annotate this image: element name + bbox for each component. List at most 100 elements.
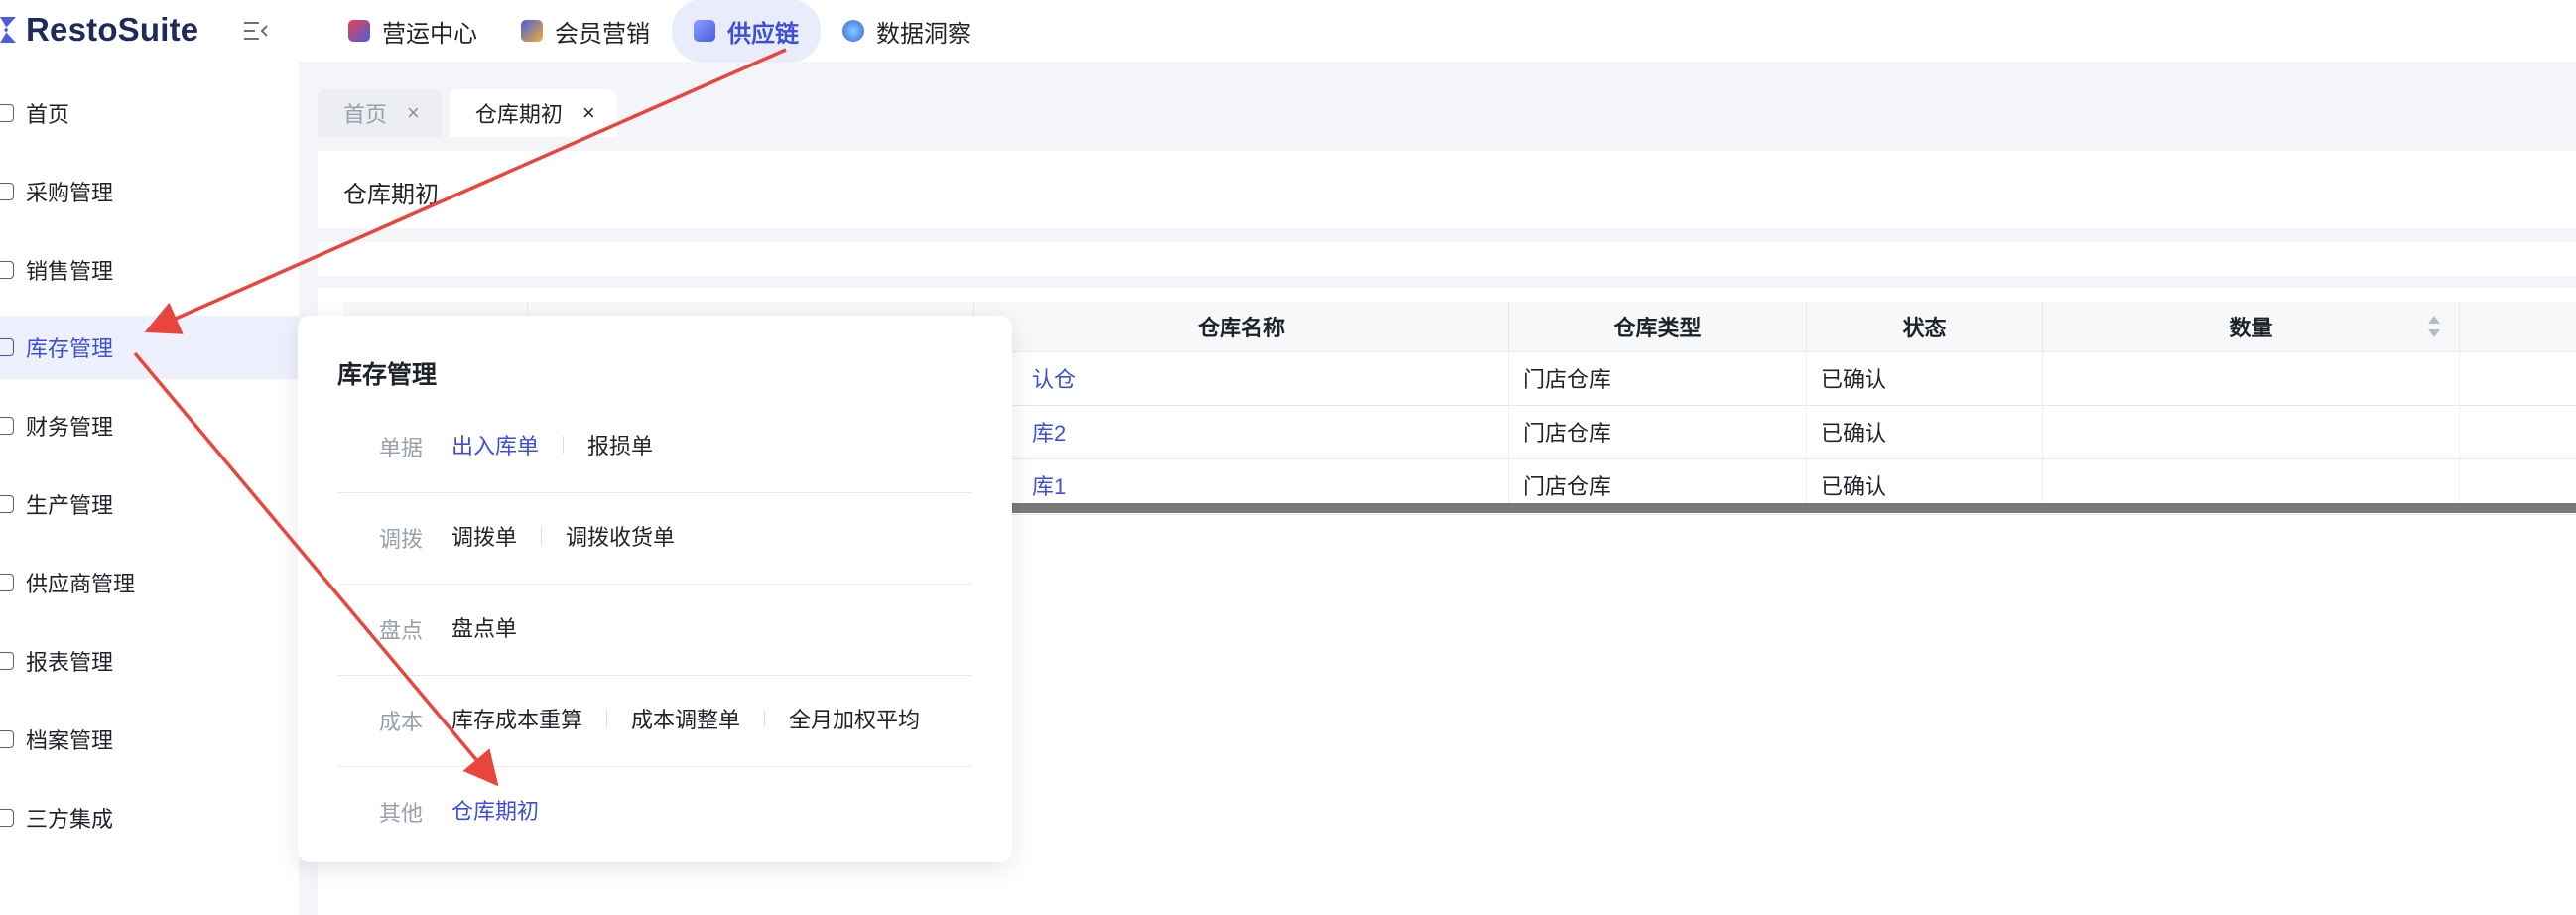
app-logo[interactable]: RestoSuite: [0, 11, 199, 48]
divider: [764, 710, 766, 727]
sidebar-item-archives[interactable]: 档案管理: [0, 708, 299, 771]
sidebar-item-integration[interactable]: 三方集成: [0, 786, 299, 850]
sidebar-item-sales[interactable]: 销售管理: [0, 238, 299, 302]
menu-item-transfer-order[interactable]: 调拨单: [451, 520, 517, 552]
menu-item-cost-recalc[interactable]: 库存成本重算: [451, 703, 582, 734]
supplier-icon: [0, 574, 14, 591]
group-items: 调拨单 调拨收货单: [451, 520, 675, 552]
group-label: 调拨: [379, 527, 424, 552]
sort-icon[interactable]: [2427, 314, 2441, 345]
production-icon: [0, 495, 14, 513]
sidebar-item-home[interactable]: 首页: [0, 81, 299, 145]
inventory-flyout-menu: 库存管理 单据 出入库单 报损单 调拨 调拨单 调拨收货单 盘点 盘点单 成本 …: [298, 316, 1012, 862]
report-icon: [0, 652, 14, 670]
column-header-warehouse-type: 仓库类型: [1509, 302, 1807, 351]
close-icon[interactable]: ×: [407, 100, 420, 126]
warehouse-name-link[interactable]: 认仓: [1032, 351, 1509, 405]
finance-icon: [0, 417, 14, 435]
group-label: 盘点: [379, 618, 424, 643]
sidebar-item-label: 生产管理: [26, 493, 114, 518]
warehouse-type-cell: 门店仓库: [1509, 351, 1807, 405]
collapse-menu-icon[interactable]: [241, 17, 271, 45]
column-header-quantity[interactable]: 数量: [2043, 302, 2460, 351]
page-tabs: 首页 × 仓库期初 ×: [318, 89, 617, 137]
top-nav: 营运中心 会员营销 供应链 数据洞察: [326, 0, 993, 63]
tab-label: 仓库期初: [474, 102, 563, 127]
sidebar-item-inventory[interactable]: 库存管理: [0, 316, 299, 379]
sidebar-item-label: 库存管理: [26, 336, 114, 361]
horizontal-scrollbar[interactable]: [1012, 503, 2576, 513]
supply-chain-icon: [694, 20, 715, 42]
sidebar-item-label: 财务管理: [26, 415, 114, 440]
sidebar-item-label: 供应商管理: [26, 572, 136, 596]
sidebar-item-reports[interactable]: 报表管理: [0, 629, 299, 693]
column-header-status: 状态: [1807, 302, 2043, 351]
group-label: 其他: [379, 801, 424, 826]
sidebar: 首页 采购管理 销售管理 库存管理 财务管理 生产管理 供应商管理 报表管理 档…: [0, 62, 299, 915]
filter-bar: [318, 242, 2576, 276]
sidebar-item-purchase[interactable]: 采购管理: [0, 160, 299, 223]
menu-item-cost-adjustment[interactable]: 成本调整单: [631, 703, 740, 734]
page-header: 仓库期初: [318, 151, 2576, 228]
divider: [541, 527, 543, 545]
top-bar: RestoSuite 营运中心 会员营销 供应链 数据洞察: [0, 0, 2576, 63]
tab-home[interactable]: 首页 ×: [318, 89, 442, 137]
home-icon: [0, 104, 14, 122]
group-items: 库存成本重算 成本调整单 全月加权平均: [451, 703, 920, 734]
cart-icon: [0, 183, 14, 200]
status-cell: 已确认: [1807, 351, 2043, 405]
nav-label: 数据洞察: [876, 20, 971, 48]
flyout-title: 库存管理: [337, 361, 438, 389]
column-header-label: 数量: [2229, 316, 2273, 340]
sidebar-item-label: 首页: [26, 102, 70, 127]
nav-member-marketing[interactable]: 会员营销: [499, 0, 672, 62]
status-cell: 已确认: [1807, 405, 2043, 458]
warehouse-type-cell: 门店仓库: [1509, 405, 1807, 458]
nav-label: 营运中心: [382, 20, 477, 48]
menu-item-transfer-receipt[interactable]: 调拨收货单: [566, 520, 675, 552]
inventory-icon: [0, 338, 14, 356]
data-insight-icon: [842, 20, 864, 42]
menu-item-warehouse-opening[interactable]: 仓库期初: [451, 794, 539, 826]
sidebar-item-label: 采购管理: [26, 181, 114, 205]
logo-icon: [0, 15, 20, 45]
nav-label: 供应链: [727, 20, 799, 48]
tab-label: 首页: [343, 102, 388, 127]
menu-item-stocktake-order[interactable]: 盘点单: [451, 611, 517, 643]
nav-operations[interactable]: 营运中心: [326, 0, 499, 62]
member-marketing-icon: [521, 20, 543, 42]
logo-text: RestoSuite: [26, 11, 199, 48]
sidebar-item-label: 报表管理: [26, 650, 114, 675]
operations-icon: [348, 20, 370, 42]
group-items: 仓库期初: [451, 794, 539, 826]
menu-group-documents: 单据 出入库单 报损单: [337, 401, 972, 493]
quantity-cell: [2043, 351, 2460, 405]
menu-item-loss-report[interactable]: 报损单: [587, 429, 653, 460]
group-items: 盘点单: [451, 611, 517, 643]
nav-data-insight[interactable]: 数据洞察: [821, 0, 993, 62]
group-items: 出入库单 报损单: [451, 429, 653, 460]
close-icon[interactable]: ×: [582, 100, 595, 126]
nav-label: 会员营销: [555, 20, 650, 48]
page-title: 仓库期初: [343, 182, 439, 208]
sidebar-item-supplier[interactable]: 供应商管理: [0, 551, 299, 614]
sales-icon: [0, 261, 14, 279]
menu-group-transfer: 调拨 调拨单 调拨收货单: [337, 492, 972, 585]
menu-group-other: 其他 仓库期初: [337, 766, 972, 857]
warehouse-name-link[interactable]: 库2: [1032, 405, 1509, 458]
group-label: 成本: [379, 710, 424, 734]
menu-item-inout-order[interactable]: 出入库单: [451, 429, 539, 460]
menu-group-cost: 成本 库存成本重算 成本调整单 全月加权平均: [337, 675, 972, 767]
tab-warehouse-opening[interactable]: 仓库期初 ×: [449, 89, 617, 137]
sidebar-item-production[interactable]: 生产管理: [0, 472, 299, 536]
sidebar-item-label: 销售管理: [26, 259, 114, 284]
menu-item-monthly-weighted-average[interactable]: 全月加权平均: [789, 703, 920, 734]
nav-supply-chain[interactable]: 供应链: [672, 0, 821, 63]
sidebar-item-label: 三方集成: [26, 807, 114, 832]
integration-icon: [0, 809, 14, 827]
divider: [563, 436, 565, 454]
sidebar-item-finance[interactable]: 财务管理: [0, 394, 299, 458]
group-label: 单据: [379, 436, 424, 460]
sidebar-item-label: 档案管理: [26, 728, 114, 753]
divider: [606, 710, 608, 727]
